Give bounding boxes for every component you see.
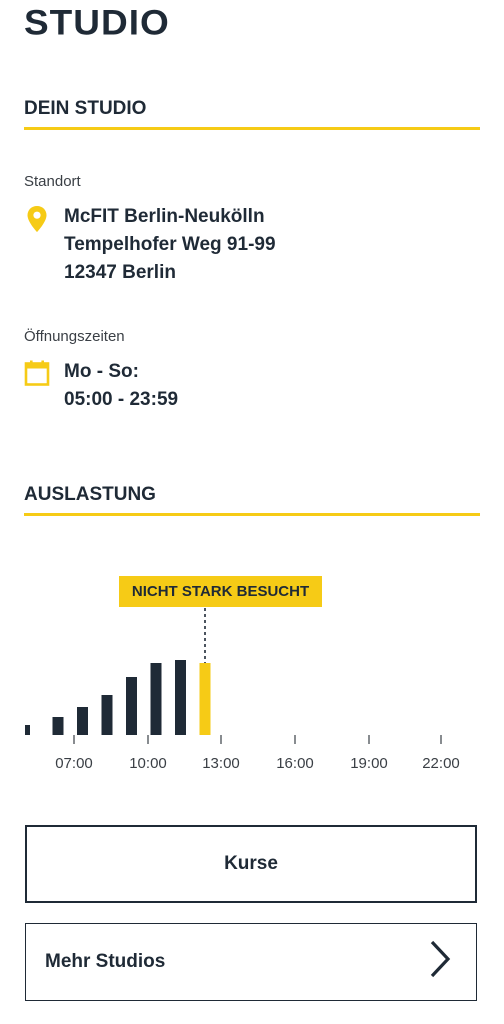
calendar-icon: [24, 358, 64, 414]
section-divider: [24, 127, 480, 130]
hours-time: 05:00 - 23:59: [64, 389, 179, 410]
utilization-bar: [52, 717, 64, 735]
more-studios-button[interactable]: Mehr Studios: [25, 923, 477, 1001]
utilization-bar: [126, 677, 137, 735]
x-tick-label: 10:00: [129, 755, 167, 772]
utilization-bar: [150, 663, 162, 735]
studio-name: McFIT Berlin-Neukölln: [64, 206, 265, 227]
x-tick-label: 22:00: [422, 755, 460, 772]
more-studios-label: Mehr Studios: [45, 951, 166, 972]
chevron-right-icon: [428, 939, 452, 985]
utilization-bar: [77, 707, 88, 735]
section-divider-utilization: [24, 513, 480, 516]
studio-street: Tempelhofer Weg 91-99: [64, 234, 276, 255]
x-tick-label: 07:00: [55, 755, 93, 772]
studio-section-title: DEIN STUDIO: [24, 98, 147, 119]
x-tick-label: 16:00: [276, 755, 314, 772]
page-title: STUDIO: [24, 3, 170, 42]
location-label: Standort: [24, 173, 81, 190]
x-tick-label: 13:00: [202, 755, 240, 772]
hours-label: Öffnungszeiten: [24, 328, 125, 345]
current-hour-bar: [199, 663, 211, 735]
location-address: McFIT Berlin-Neukölln Tempelhofer Weg 91…: [64, 203, 276, 287]
hours-info: Mo - So: 05:00 - 23:59: [24, 358, 178, 414]
location-info: McFIT Berlin-Neukölln Tempelhofer Weg 91…: [24, 203, 276, 287]
hours-days: Mo - So:: [64, 361, 139, 382]
courses-button-label: Kurse: [224, 853, 278, 874]
courses-button[interactable]: Kurse: [25, 825, 477, 903]
utilization-chart: 07:00 10:00 13:00 16:00 19:00 22:00: [25, 608, 460, 772]
map-pin-icon: [24, 203, 64, 287]
utilization-bar: [101, 695, 113, 735]
studio-city: 12347 Berlin: [64, 262, 176, 283]
opening-hours: Mo - So: 05:00 - 23:59: [64, 358, 178, 414]
x-tick-label: 19:00: [350, 755, 388, 772]
utilization-section-title: AUSLASTUNG: [24, 484, 156, 505]
utilization-bar: [175, 660, 186, 735]
utilization-bar: [25, 725, 30, 735]
